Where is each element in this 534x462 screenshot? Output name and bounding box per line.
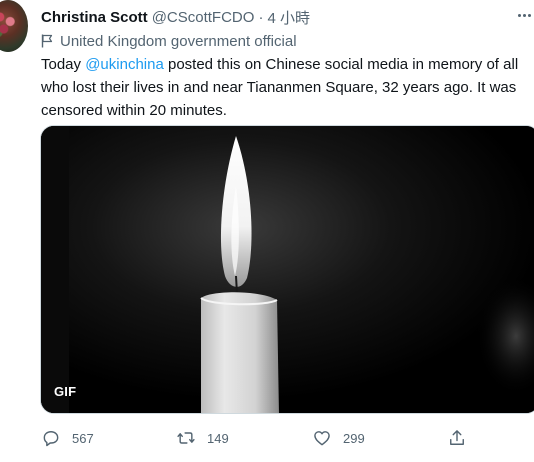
mention-link[interactable]: @ukinchina — [85, 56, 164, 73]
author-name[interactable]: Christina Scott — [41, 9, 148, 26]
government-label-text: United Kingdom government official — [60, 32, 297, 50]
more-dot — [522, 13, 526, 17]
retweet-button[interactable]: 149 — [176, 424, 229, 452]
like-count: 299 — [343, 430, 365, 446]
flag-icon — [41, 34, 53, 48]
heart-icon — [314, 431, 330, 446]
government-label[interactable]: United Kingdom government official — [41, 31, 297, 51]
more-options-icon[interactable] — [512, 8, 534, 22]
author-handle[interactable]: @CScottFCDO — [152, 9, 255, 26]
share-button[interactable] — [447, 424, 467, 452]
tweet-timestamp[interactable]: 4 小時 — [267, 7, 310, 28]
reply-count: 567 — [72, 430, 94, 446]
reply-button[interactable]: 567 — [41, 424, 94, 452]
tweet[interactable]: Christina Scott @CScottFCDO · 4 小時 Unite… — [0, 0, 534, 462]
candle-image — [41, 126, 534, 413]
avatar-image — [0, 8, 18, 38]
gif-media[interactable]: GIF — [40, 125, 534, 414]
gif-badge: GIF — [54, 384, 77, 399]
avatar[interactable] — [0, 0, 28, 52]
tweet-actions: 567 149 299 — [0, 424, 534, 452]
share-icon — [450, 430, 464, 445]
more-dot — [517, 13, 521, 17]
retweet-count: 149 — [207, 430, 229, 446]
retweet-icon — [177, 432, 195, 444]
like-button[interactable]: 299 — [312, 424, 365, 452]
tweet-text: Today @ukinchina posted this on Chinese … — [41, 53, 527, 122]
separator-dot: · — [258, 8, 264, 26]
more-dot — [527, 13, 531, 17]
reply-icon — [43, 431, 59, 447]
tweet-header: Christina Scott @CScottFCDO · 4 小時 — [41, 7, 310, 27]
tweet-text-start: Today — [41, 56, 86, 73]
